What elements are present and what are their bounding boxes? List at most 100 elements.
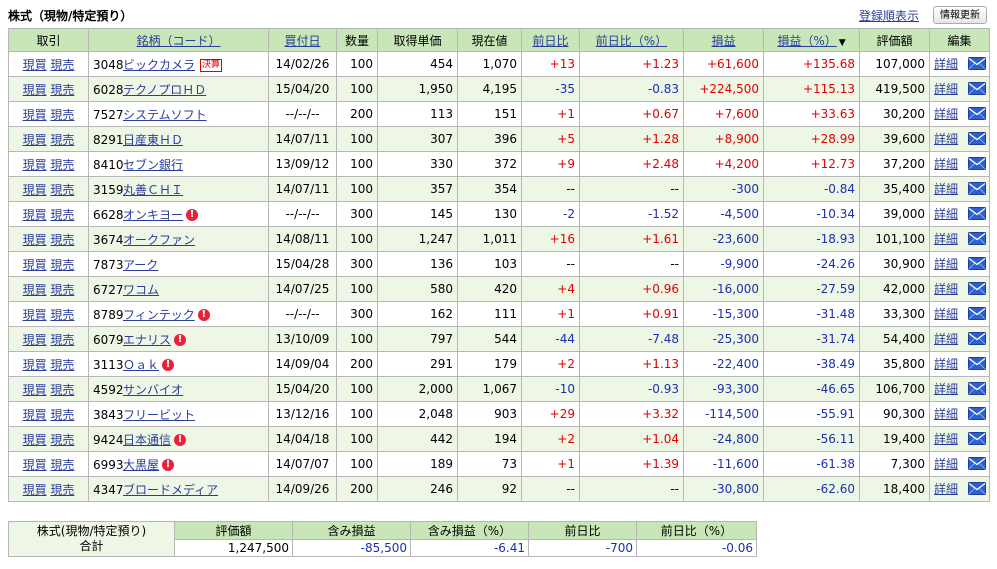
detail-link[interactable]: 詳細 bbox=[934, 432, 958, 446]
sort-buy-date-link[interactable]: 買付日 bbox=[284, 34, 320, 48]
mail-icon[interactable] bbox=[968, 231, 987, 248]
stock-name-link[interactable]: サンバイオ bbox=[123, 383, 183, 397]
stock-name-link[interactable]: アーク bbox=[123, 258, 158, 272]
sell-link[interactable]: 現売 bbox=[50, 358, 74, 372]
stock-name-link[interactable]: オークファン bbox=[123, 233, 195, 247]
detail-link[interactable]: 詳細 bbox=[934, 232, 958, 246]
mail-icon[interactable] bbox=[968, 381, 987, 398]
refresh-button[interactable]: 情報更新 bbox=[933, 6, 987, 24]
sell-link[interactable]: 現売 bbox=[50, 208, 74, 222]
detail-link[interactable]: 詳細 bbox=[934, 82, 958, 96]
detail-link[interactable]: 詳細 bbox=[934, 382, 958, 396]
sell-link[interactable]: 現売 bbox=[50, 258, 74, 272]
sort-day-change-link[interactable]: 前日比 bbox=[532, 34, 568, 48]
buy-link[interactable]: 現買 bbox=[23, 358, 47, 372]
sell-link[interactable]: 現売 bbox=[50, 308, 74, 322]
buy-link[interactable]: 現買 bbox=[23, 333, 47, 347]
mail-icon[interactable] bbox=[968, 81, 987, 98]
col-name-code[interactable]: 銘柄（コード） bbox=[88, 28, 269, 52]
mail-icon[interactable] bbox=[968, 281, 987, 298]
stock-name-link[interactable]: ワコム bbox=[123, 283, 159, 297]
mail-icon[interactable] bbox=[968, 156, 987, 173]
buy-link[interactable]: 現買 bbox=[23, 308, 47, 322]
detail-link[interactable]: 詳細 bbox=[934, 407, 958, 421]
stock-name-link[interactable]: オンキヨー bbox=[123, 208, 183, 222]
buy-link[interactable]: 現買 bbox=[23, 133, 47, 147]
buy-link[interactable]: 現買 bbox=[23, 383, 47, 397]
stock-name-link[interactable]: ブロードメディア bbox=[123, 483, 218, 497]
stock-name-link[interactable]: エナリス bbox=[123, 333, 171, 347]
detail-link[interactable]: 詳細 bbox=[934, 482, 958, 496]
mail-icon[interactable] bbox=[968, 181, 987, 198]
buy-link[interactable]: 現買 bbox=[23, 158, 47, 172]
mail-icon[interactable] bbox=[968, 106, 987, 123]
sell-link[interactable]: 現売 bbox=[50, 408, 74, 422]
sort-name-code-link[interactable]: 銘柄（コード） bbox=[136, 34, 220, 48]
warning-icon[interactable]: ! bbox=[174, 334, 187, 346]
detail-link[interactable]: 詳細 bbox=[934, 282, 958, 296]
buy-link[interactable]: 現買 bbox=[23, 83, 47, 97]
sort-pnl-link[interactable]: 損益 bbox=[711, 34, 735, 48]
buy-link[interactable]: 現買 bbox=[23, 458, 47, 472]
detail-link[interactable]: 詳細 bbox=[934, 307, 958, 321]
stock-name-link[interactable]: Ｏａｋ bbox=[123, 358, 159, 372]
detail-link[interactable]: 詳細 bbox=[934, 457, 958, 471]
buy-link[interactable]: 現買 bbox=[23, 233, 47, 247]
buy-link[interactable]: 現買 bbox=[23, 283, 47, 297]
buy-link[interactable]: 現買 bbox=[23, 58, 47, 72]
sell-link[interactable]: 現売 bbox=[50, 233, 74, 247]
warning-icon[interactable]: ! bbox=[162, 459, 175, 471]
mail-icon[interactable] bbox=[968, 456, 987, 473]
sort-day-change-pct-link[interactable]: 前日比（%） bbox=[596, 34, 667, 48]
sell-link[interactable]: 現売 bbox=[50, 183, 74, 197]
detail-link[interactable]: 詳細 bbox=[934, 107, 958, 121]
stock-name-link[interactable]: 日本通信 bbox=[123, 433, 171, 447]
detail-link[interactable]: 詳細 bbox=[934, 332, 958, 346]
detail-link[interactable]: 詳細 bbox=[934, 207, 958, 221]
mail-icon[interactable] bbox=[968, 131, 987, 148]
sell-link[interactable]: 現売 bbox=[50, 283, 74, 297]
mail-icon[interactable] bbox=[968, 356, 987, 373]
warning-icon[interactable]: ! bbox=[186, 209, 199, 221]
mail-icon[interactable] bbox=[968, 431, 987, 448]
detail-link[interactable]: 詳細 bbox=[934, 57, 958, 71]
mail-icon[interactable] bbox=[968, 306, 987, 323]
sell-link[interactable]: 現売 bbox=[50, 333, 74, 347]
mail-icon[interactable] bbox=[968, 56, 987, 73]
detail-link[interactable]: 詳細 bbox=[934, 132, 958, 146]
col-day-change[interactable]: 前日比 bbox=[521, 28, 580, 52]
warning-icon[interactable]: ! bbox=[197, 309, 210, 321]
sell-link[interactable]: 現売 bbox=[50, 383, 74, 397]
col-pnl[interactable]: 損益 bbox=[683, 28, 764, 52]
sell-link[interactable]: 現売 bbox=[50, 108, 74, 122]
warning-icon[interactable]: ! bbox=[162, 359, 175, 371]
mail-icon[interactable] bbox=[968, 331, 987, 348]
col-buy-date[interactable]: 買付日 bbox=[268, 28, 337, 52]
registration-order-link[interactable]: 登録順表示 bbox=[859, 7, 919, 24]
detail-link[interactable]: 詳細 bbox=[934, 257, 958, 271]
sell-link[interactable]: 現売 bbox=[50, 158, 74, 172]
detail-link[interactable]: 詳細 bbox=[934, 157, 958, 171]
stock-name-link[interactable]: 大黒屋 bbox=[123, 458, 159, 472]
stock-name-link[interactable]: テクノプロＨＤ bbox=[123, 83, 206, 97]
buy-link[interactable]: 現買 bbox=[23, 183, 47, 197]
buy-link[interactable]: 現買 bbox=[23, 433, 47, 447]
detail-link[interactable]: 詳細 bbox=[934, 182, 958, 196]
stock-name-link[interactable]: フリービット bbox=[123, 408, 195, 422]
stock-name-link[interactable]: 日産東ＨＤ bbox=[123, 133, 183, 147]
warning-icon[interactable]: ! bbox=[174, 434, 187, 446]
sell-link[interactable]: 現売 bbox=[50, 83, 74, 97]
sell-link[interactable]: 現売 bbox=[50, 483, 74, 497]
buy-link[interactable]: 現買 bbox=[23, 108, 47, 122]
mail-icon[interactable] bbox=[968, 481, 987, 498]
stock-name-link[interactable]: 丸善ＣＨＩ bbox=[123, 183, 183, 197]
buy-link[interactable]: 現買 bbox=[23, 408, 47, 422]
sell-link[interactable]: 現売 bbox=[50, 133, 74, 147]
mail-icon[interactable] bbox=[968, 256, 987, 273]
sell-link[interactable]: 現売 bbox=[50, 458, 74, 472]
buy-link[interactable]: 現買 bbox=[23, 258, 47, 272]
col-day-change-pct[interactable]: 前日比（%） bbox=[579, 28, 684, 52]
buy-link[interactable]: 現買 bbox=[23, 208, 47, 222]
stock-name-link[interactable]: ビックカメラ bbox=[123, 58, 195, 72]
stock-name-link[interactable]: セブン銀行 bbox=[123, 158, 183, 172]
